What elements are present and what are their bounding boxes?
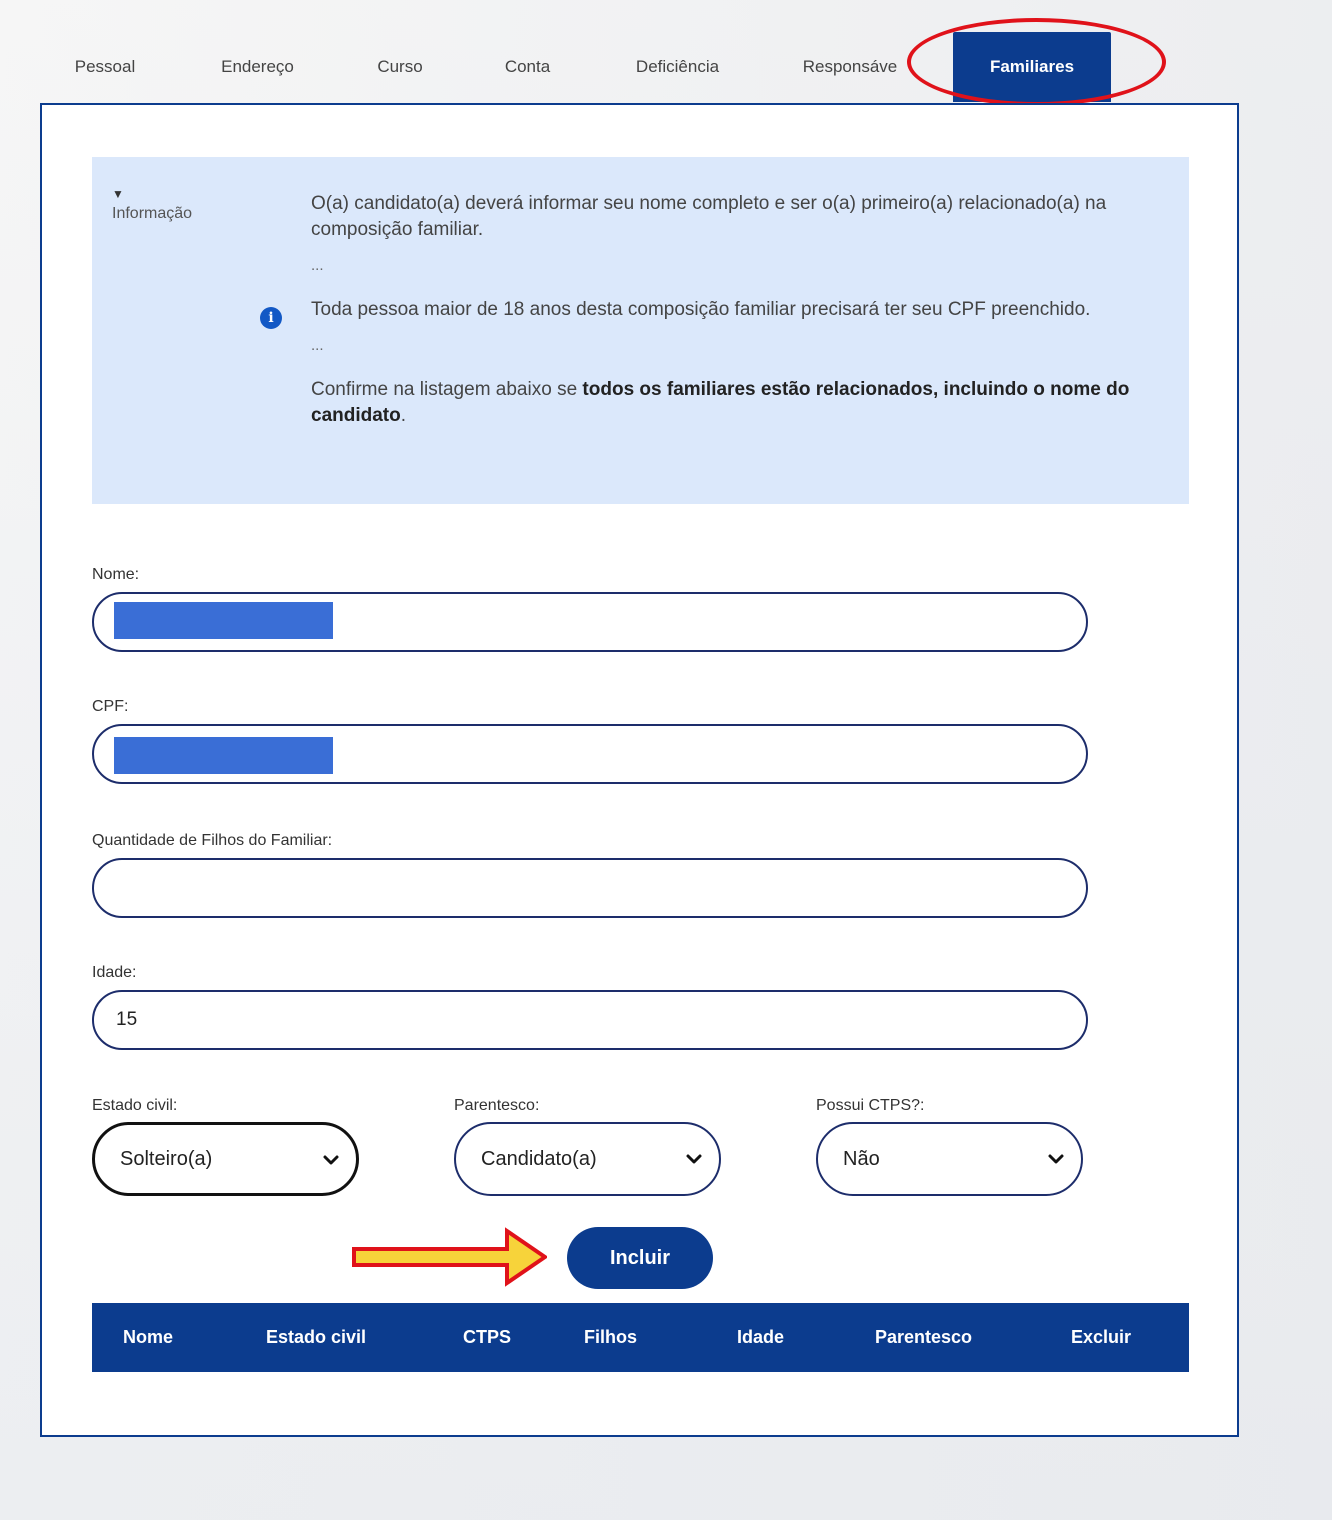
chevron-down-icon <box>686 1154 702 1164</box>
redaction-box-nome <box>114 602 333 639</box>
info-ellipsis-2: ... <box>311 337 324 354</box>
redaction-box-cpf <box>114 737 333 774</box>
idade-input[interactable] <box>92 990 1088 1050</box>
column-header-parentesco: Parentesco <box>875 1327 973 1347</box>
column-header-ctps: CTPS <box>463 1327 512 1347</box>
tab-endereco[interactable]: Endereço <box>190 32 325 102</box>
column-header-filhos: Filhos <box>584 1327 637 1347</box>
estado-civil-label: Estado civil: <box>92 1097 178 1114</box>
chevron-down-icon <box>323 1155 339 1165</box>
info-paragraph-1: O(a) candidato(a) deverá informar seu no… <box>311 193 1107 240</box>
ctps-label: Possui CTPS?: <box>816 1097 925 1114</box>
info-ellipsis-1: ... <box>311 257 324 274</box>
column-header-estado-civil: Estado civil <box>266 1327 367 1347</box>
filhos-label: Quantidade de Filhos do Familiar: <box>92 832 333 849</box>
info-toggle[interactable]: ▼ Informação <box>112 187 192 223</box>
estado-civil-select[interactable]: Solteiro(a) <box>92 1122 359 1196</box>
column-header-excluir: Excluir <box>1071 1327 1132 1347</box>
familiares-panel: ▼ Informação i O(a) candidato(a) deverá … <box>40 103 1239 1437</box>
tab-conta[interactable]: Conta <box>470 32 585 102</box>
cpf-label: CPF: <box>92 698 129 715</box>
column-header-nome: Nome <box>123 1327 174 1347</box>
incluir-button[interactable]: Incluir <box>567 1227 713 1289</box>
chevron-down-icon <box>1048 1154 1064 1164</box>
tab-bar: Pessoal Endereço Curso Conta Deficiência… <box>40 32 1240 102</box>
info-toggle-label: Informação <box>112 205 193 222</box>
info-paragraph-2: Toda pessoa maior de 18 anos desta compo… <box>311 299 1091 320</box>
parentesco-label: Parentesco: <box>454 1097 540 1114</box>
caret-down-icon: ▼ <box>112 187 124 201</box>
parentesco-value: Candidato(a) <box>481 1148 597 1170</box>
tab-deficiencia[interactable]: Deficiência <box>605 32 750 102</box>
parentesco-select[interactable]: Candidato(a) <box>454 1122 721 1196</box>
tab-familiares[interactable]: Familiares <box>953 32 1111 102</box>
column-header-idade: Idade <box>737 1327 785 1347</box>
tab-pessoal[interactable]: Pessoal <box>40 32 170 102</box>
info-paragraph-3-suffix: . <box>400 405 407 426</box>
info-box: ▼ Informação i O(a) candidato(a) deverá … <box>92 157 1189 504</box>
filhos-input[interactable] <box>92 858 1088 918</box>
estado-civil-value: Solteiro(a) <box>120 1148 213 1170</box>
info-paragraph-3-prefix: Confirme na listagem abaixo se <box>311 379 583 400</box>
tab-responsavel[interactable]: Responsáve <box>780 32 920 102</box>
familiares-table-header: Nome Estado civil CTPS Filhos Idade Pare… <box>92 1303 1189 1372</box>
ctps-value: Não <box>843 1148 880 1170</box>
tab-curso[interactable]: Curso <box>340 32 460 102</box>
info-paragraph-3: Confirme na listagem abaixo se todos os … <box>311 377 1171 429</box>
ctps-select[interactable]: Não <box>816 1122 1083 1196</box>
idade-label: Idade: <box>92 964 137 981</box>
nome-label: Nome: <box>92 566 140 583</box>
annotation-arrow-icon <box>352 1227 547 1287</box>
info-icon: i <box>260 307 282 329</box>
info-text: O(a) candidato(a) deverá informar seu no… <box>311 191 1171 429</box>
